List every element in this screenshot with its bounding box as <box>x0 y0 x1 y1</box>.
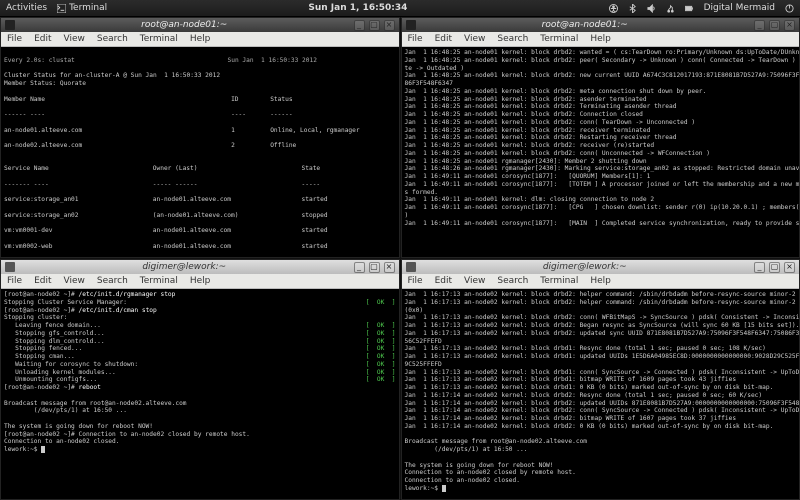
window-title: digimer@lework:~ <box>19 262 350 272</box>
close-button[interactable]: × <box>784 20 795 31</box>
menu-item-help[interactable]: Help <box>590 276 611 286</box>
menu-item-search[interactable]: Search <box>97 276 128 286</box>
menubar: File Edit View Search Terminal Help <box>1 32 399 47</box>
maximize-button[interactable]: ▢ <box>369 20 380 31</box>
window-icon <box>406 262 416 272</box>
terminal-icon <box>57 4 66 13</box>
close-button[interactable]: × <box>384 20 395 31</box>
titlebar[interactable]: root@an-node01:~ _ ▢ × <box>402 18 800 32</box>
top-panel: Activities Terminal Sun Jan 1, 16:50:34 … <box>0 0 800 17</box>
accessibility-icon[interactable] <box>609 4 618 13</box>
terminal-output[interactable]: Jan 1 16:48:25 an-node01 kernel: block d… <box>402 47 800 257</box>
close-button[interactable]: × <box>384 262 395 273</box>
menu-item-search[interactable]: Search <box>97 34 128 44</box>
user-menu[interactable]: Digital Mermaid <box>704 3 775 13</box>
window-title: root@an-node01:~ <box>420 20 751 30</box>
minimize-button[interactable]: _ <box>754 262 765 273</box>
window-title: root@an-node01:~ <box>19 20 350 30</box>
minimize-button[interactable]: _ <box>754 20 765 31</box>
menubar: File Edit View Search Terminal Help <box>402 274 800 289</box>
menu-item-view[interactable]: View <box>464 276 485 286</box>
maximize-button[interactable]: ▢ <box>369 262 380 273</box>
window-icon <box>406 20 416 30</box>
menu-item-edit[interactable]: Edit <box>435 34 452 44</box>
minimize-button[interactable]: _ <box>354 20 365 31</box>
terminal-window-bl: digimer@lework:~ _ ▢ × File Edit View Searc… <box>0 259 400 500</box>
menu-item-view[interactable]: View <box>64 276 85 286</box>
window-grid: root@an-node01:~ _ ▢ × File Edit View Searc… <box>0 17 800 500</box>
menubar: File Edit View Search Terminal Help <box>402 32 800 47</box>
panel-clock[interactable]: Sun Jan 1, 16:50:34 <box>115 3 601 13</box>
menu-item-file[interactable]: File <box>408 276 423 286</box>
menu-item-terminal[interactable]: Terminal <box>140 276 178 286</box>
menu-item-search[interactable]: Search <box>497 34 528 44</box>
terminal-window-tl: root@an-node01:~ _ ▢ × File Edit View Searc… <box>0 17 400 258</box>
app-menu-label: Terminal <box>69 3 107 13</box>
titlebar[interactable]: digimer@lework:~ _ ▢ × <box>402 260 800 274</box>
terminal-window-br: digimer@lework:~ _ ▢ × File Edit View Searc… <box>401 259 800 500</box>
menu-item-file[interactable]: File <box>408 34 423 44</box>
activities-button[interactable]: Activities <box>6 3 47 13</box>
menu-item-terminal[interactable]: Terminal <box>140 34 178 44</box>
menu-item-view[interactable]: View <box>64 34 85 44</box>
network-icon[interactable] <box>666 4 675 13</box>
terminal-output[interactable]: Every 2.0s: clustat Sun Jan 1 16:50:33 2… <box>1 47 399 257</box>
bluetooth-icon[interactable] <box>628 4 637 13</box>
menu-item-edit[interactable]: Edit <box>435 276 452 286</box>
window-icon <box>5 262 15 272</box>
titlebar[interactable]: root@an-node01:~ _ ▢ × <box>1 18 399 32</box>
volume-icon[interactable] <box>647 4 656 13</box>
menu-item-edit[interactable]: Edit <box>34 276 51 286</box>
window-title: digimer@lework:~ <box>420 262 751 272</box>
menu-item-terminal[interactable]: Terminal <box>540 276 578 286</box>
menu-item-search[interactable]: Search <box>497 276 528 286</box>
menu-item-help[interactable]: Help <box>190 34 211 44</box>
app-menu-terminal[interactable]: Terminal <box>57 3 107 13</box>
maximize-button[interactable]: ▢ <box>769 20 780 31</box>
menu-item-edit[interactable]: Edit <box>34 34 51 44</box>
battery-icon[interactable] <box>685 4 694 13</box>
maximize-button[interactable]: ▢ <box>769 262 780 273</box>
terminal-output[interactable]: [root@an-node02 ~]# /etc/init.d/rgmanage… <box>1 289 399 499</box>
menu-item-file[interactable]: File <box>7 34 22 44</box>
menu-item-file[interactable]: File <box>7 276 22 286</box>
menu-item-view[interactable]: View <box>464 34 485 44</box>
menu-item-terminal[interactable]: Terminal <box>540 34 578 44</box>
minimize-button[interactable]: _ <box>354 262 365 273</box>
titlebar[interactable]: digimer@lework:~ _ ▢ × <box>1 260 399 274</box>
menu-item-help[interactable]: Help <box>190 276 211 286</box>
terminal-output[interactable]: Jan 1 16:17:13 an-node02 kernel: block d… <box>402 289 800 499</box>
menu-item-help[interactable]: Help <box>590 34 611 44</box>
window-icon <box>5 20 15 30</box>
shutdown-icon[interactable] <box>785 4 794 13</box>
terminal-window-tr: root@an-node01:~ _ ▢ × File Edit View Searc… <box>401 17 800 258</box>
close-button[interactable]: × <box>784 262 795 273</box>
menubar: File Edit View Search Terminal Help <box>1 274 399 289</box>
